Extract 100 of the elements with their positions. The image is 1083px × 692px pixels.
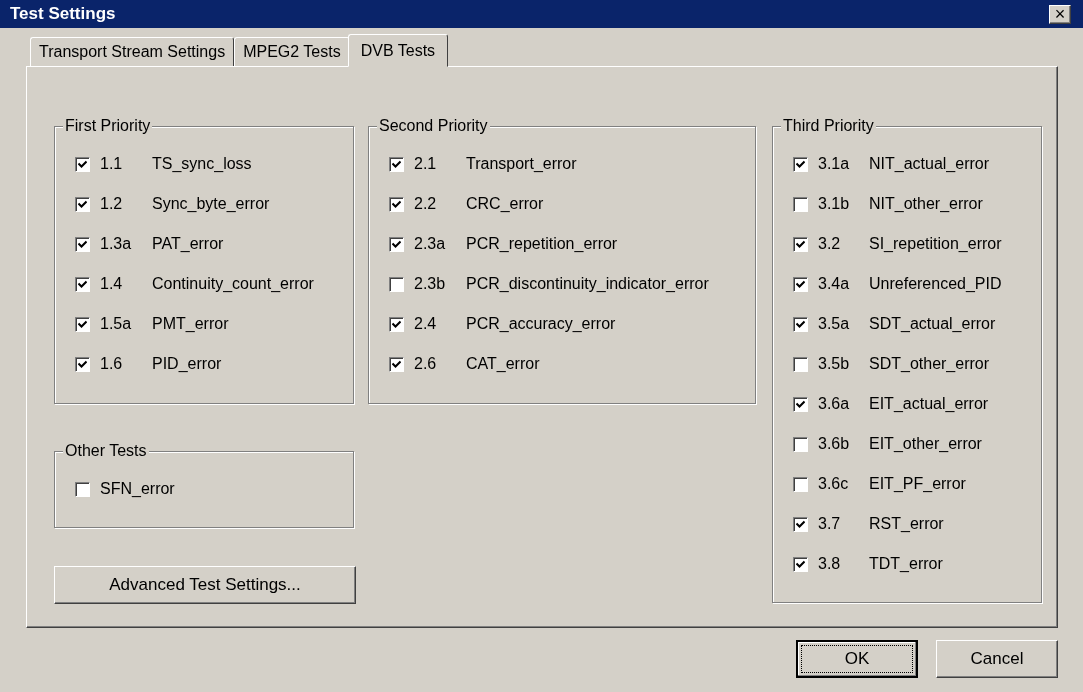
checkbox[interactable] xyxy=(793,436,808,452)
close-button[interactable]: × xyxy=(1049,4,1071,24)
checkmark-icon xyxy=(796,399,805,409)
checkbox[interactable] xyxy=(75,316,90,332)
checkbox-label: EIT_actual_error xyxy=(869,395,989,413)
checkbox[interactable] xyxy=(793,516,808,532)
test-number: 3.1b xyxy=(818,195,851,213)
checkbox-label: NIT_actual_error xyxy=(869,155,990,173)
test-number: 3.6c xyxy=(818,475,850,493)
checkbox[interactable] xyxy=(793,316,808,332)
checkbox-label: PID_error xyxy=(152,355,222,373)
checkbox[interactable] xyxy=(793,196,808,212)
test-number: 1.2 xyxy=(100,195,124,213)
checkbox[interactable] xyxy=(75,356,90,372)
test-number: 2.3b xyxy=(414,275,447,293)
test-number: 2.3a xyxy=(414,235,447,253)
checkbox-label: SDT_actual_error xyxy=(869,315,996,333)
checkbox-label: EIT_PF_error xyxy=(869,475,966,493)
checkbox-label: PAT_error xyxy=(152,235,224,253)
test-number: 3.4a xyxy=(818,275,851,293)
checkmark-icon xyxy=(78,279,87,289)
checkmark-icon xyxy=(392,239,401,249)
checkmark-icon xyxy=(796,519,805,529)
checkbox-label: NIT_other_error xyxy=(869,195,983,213)
checkbox[interactable] xyxy=(75,236,90,252)
checkbox-label: Sync_byte_error xyxy=(152,195,270,213)
checkbox-label: EIT_other_error xyxy=(869,435,982,453)
checkbox[interactable] xyxy=(389,156,404,172)
test-number: 3.6b xyxy=(818,435,851,453)
checkbox-label: PMT_error xyxy=(152,315,229,333)
checkbox-label: PCR_discontinuity_indicator_error xyxy=(466,275,709,293)
checkbox-label: TDT_error xyxy=(869,555,943,573)
checkmark-icon xyxy=(78,199,87,209)
test-number: 3.1a xyxy=(818,155,851,173)
checkmark-icon xyxy=(796,239,805,249)
checkbox-label: SDT_other_error xyxy=(869,355,990,373)
checkbox-label: CRC_error xyxy=(466,195,544,213)
checkmark-icon xyxy=(78,319,87,329)
test-number: 1.4 xyxy=(100,275,124,293)
checkbox[interactable] xyxy=(793,156,808,172)
test-number: 1.6 xyxy=(100,355,124,373)
test-number: 3.2 xyxy=(818,235,842,253)
test-number: 1.5a xyxy=(100,315,133,333)
checkbox[interactable] xyxy=(793,476,808,492)
checkmark-icon xyxy=(392,159,401,169)
checkmark-icon xyxy=(796,319,805,329)
test-number: 1.3a xyxy=(100,235,133,253)
test-number: 2.4 xyxy=(414,315,438,333)
group-title: Second Priority xyxy=(377,117,490,135)
checkbox-label: RST_error xyxy=(869,515,944,533)
checkbox-label: SI_repetition_error xyxy=(869,235,1002,253)
checkbox[interactable] xyxy=(389,276,404,292)
checkbox[interactable] xyxy=(793,276,808,292)
checkbox[interactable] xyxy=(389,196,404,212)
dialog-button[interactable]: OK xyxy=(796,640,918,678)
checkbox[interactable] xyxy=(75,156,90,172)
advanced-settings-button[interactable]: Advanced Test Settings... xyxy=(54,566,356,604)
checkbox-label: CAT_error xyxy=(466,355,540,373)
checkmark-icon xyxy=(392,319,401,329)
tab[interactable]: Transport Stream Settings xyxy=(30,37,235,66)
checkmark-icon xyxy=(796,279,805,289)
test-number: 1.1 xyxy=(100,155,124,173)
checkmark-icon xyxy=(78,159,87,169)
checkbox-label: TS_sync_loss xyxy=(152,155,252,173)
checkbox[interactable] xyxy=(793,356,808,372)
test-number: 2.6 xyxy=(414,355,438,373)
checkbox[interactable] xyxy=(793,396,808,412)
window-title: Test Settings xyxy=(10,4,116,24)
test-number: 3.5a xyxy=(818,315,851,333)
checkbox-label: PCR_repetition_error xyxy=(466,235,618,253)
checkmark-icon xyxy=(78,359,87,369)
checkbox[interactable] xyxy=(389,356,404,372)
checkmark-icon xyxy=(392,359,401,369)
checkmark-icon xyxy=(78,239,87,249)
test-number: 3.6a xyxy=(818,395,851,413)
checkmark-icon xyxy=(796,159,805,169)
checkbox[interactable] xyxy=(793,236,808,252)
checkbox-label: PCR_accuracy_error xyxy=(466,315,616,333)
group-title: Third Priority xyxy=(781,117,876,135)
dialog-button[interactable]: Cancel xyxy=(936,640,1058,678)
checkbox[interactable] xyxy=(75,196,90,212)
checkbox-label: Transport_error xyxy=(466,155,577,173)
checkbox[interactable] xyxy=(793,556,808,572)
tab[interactable]: MPEG2 Tests xyxy=(234,37,350,66)
tab[interactable]: DVB Tests xyxy=(347,34,449,67)
checkbox-label: Unreferenced_PID xyxy=(869,275,1002,293)
checkbox[interactable] xyxy=(75,481,90,497)
test-number: 2.1 xyxy=(414,155,438,173)
checkbox[interactable] xyxy=(75,276,90,292)
test-number: 3.8 xyxy=(818,555,842,573)
checkmark-icon xyxy=(796,559,805,569)
checkmark-icon xyxy=(392,199,401,209)
test-number: 3.7 xyxy=(818,515,842,533)
group-title: First Priority xyxy=(63,117,153,135)
test-number: 2.2 xyxy=(414,195,438,213)
checkbox-label: SFN_error xyxy=(100,480,175,498)
checkbox[interactable] xyxy=(389,236,404,252)
test-number: 3.5b xyxy=(818,355,851,373)
checkbox[interactable] xyxy=(389,316,404,332)
checkbox-label: Continuity_count_error xyxy=(152,275,314,293)
